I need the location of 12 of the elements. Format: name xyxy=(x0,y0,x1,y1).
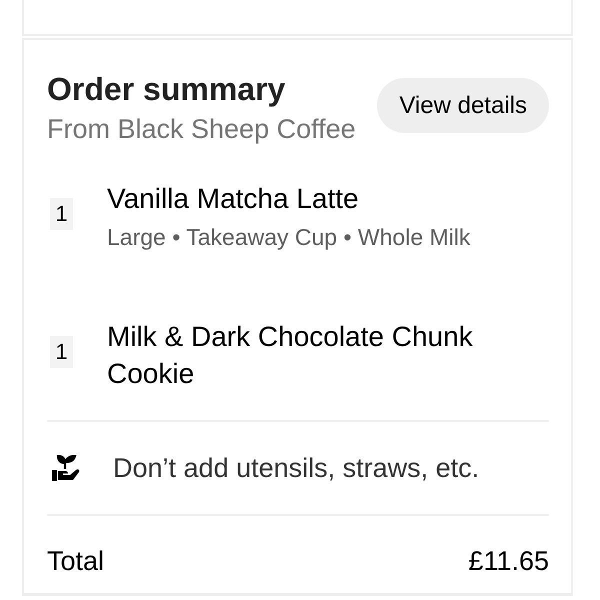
restaurant-name: From Black Sheep Coffee xyxy=(47,113,356,145)
utensils-option-label: Don’t add utensils, straws, etc. xyxy=(113,452,480,484)
order-summary-title: Order summary xyxy=(47,70,286,108)
quantity-badge: 1 xyxy=(50,336,73,368)
total-label: Total xyxy=(47,545,104,577)
quantity-badge: 1 xyxy=(50,198,73,230)
total-amount: £11.65 xyxy=(468,545,549,577)
item-options: Large • Takeaway Cup • Whole Milk xyxy=(107,222,470,252)
item-name: Vanilla Matcha Latte xyxy=(107,182,360,216)
item-name: Milk & Dark Chocolate Chunk Cookie xyxy=(107,320,474,391)
view-details-button[interactable]: View details xyxy=(377,78,549,133)
plant-in-hand-icon xyxy=(52,455,80,481)
